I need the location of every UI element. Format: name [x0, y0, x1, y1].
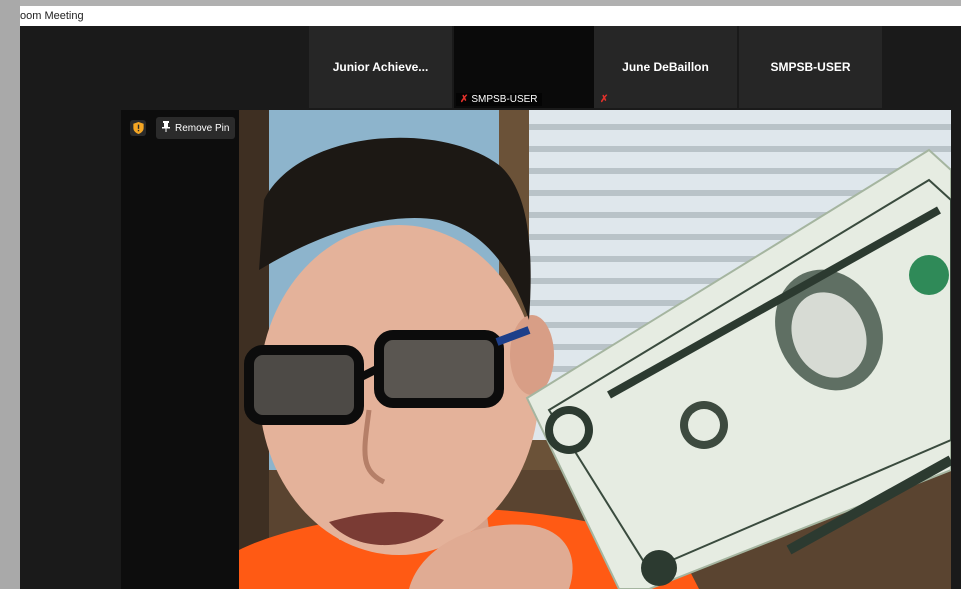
shield-icon[interactable]	[130, 120, 146, 136]
window-title: oom Meeting	[20, 10, 84, 22]
participant-tag-label: SMPSB-USER	[471, 94, 538, 105]
speaker-video-frame	[239, 110, 951, 589]
mic-muted-icon: ✗	[460, 94, 469, 105]
remove-pin-label: Remove Pin	[175, 122, 230, 134]
participant-thumbnail[interactable]: Junior Achieve...	[309, 26, 452, 108]
participant-name: SMPSB-USER	[770, 60, 851, 74]
speaker-video	[239, 110, 951, 589]
participant-thumbnail[interactable]: SMPSB-USER	[739, 26, 882, 108]
left-border	[0, 0, 20, 589]
speaker-panel-left	[121, 110, 239, 589]
mic-muted-icon: ✗	[600, 94, 609, 105]
speaker-name-label: …	[124, 583, 133, 589]
participant-thumbnail[interactable]: June DeBaillon ✗	[594, 26, 737, 108]
participant-tag: ✗ SMPSB-USER	[456, 93, 542, 106]
participant-thumbnail[interactable]: ✗ SMPSB-USER	[454, 26, 594, 108]
remove-pin-button[interactable]: Remove Pin	[156, 117, 236, 139]
participant-tag: ✗	[596, 93, 612, 106]
participant-name: June DeBaillon	[622, 60, 709, 74]
window-titlebar: oom Meeting	[20, 6, 961, 26]
pin-icon	[162, 121, 170, 135]
participant-name: Junior Achieve...	[332, 60, 429, 74]
meeting-area: Junior Achieve... ✗ SMPSB-USER June DeBa…	[20, 26, 961, 589]
